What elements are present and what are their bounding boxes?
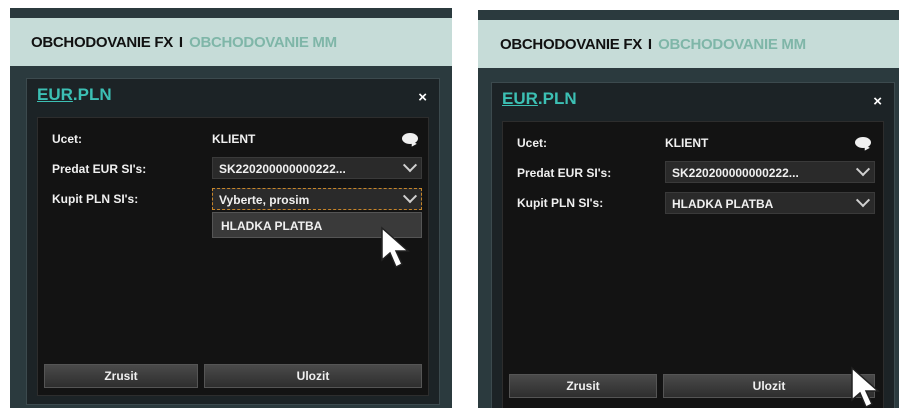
chevron-down-icon — [855, 162, 871, 177]
close-icon[interactable]: × — [418, 89, 427, 106]
buy-account-label: Kupit PLN SI's: — [52, 192, 139, 206]
buy-account-value: Vyberte, prosim — [219, 193, 310, 207]
sell-account-select[interactable]: SK220200000000222... — [665, 161, 875, 183]
cancel-button[interactable]: Zrusit — [509, 374, 657, 398]
currency-quote: .PLN — [537, 89, 577, 108]
sell-account-select[interactable]: SK220200000000222... — [212, 157, 422, 179]
dialog-body: Ucet: KLIENT Predat EUR SI's: SK22020000… — [37, 117, 429, 396]
tab-fx-trading[interactable]: OBCHODOVANIE FX — [31, 34, 173, 51]
mouse-cursor-icon — [851, 366, 880, 408]
tab-fx-trading[interactable]: OBCHODOVANIE FX — [500, 36, 642, 53]
cancel-button[interactable]: Zrusit — [44, 364, 198, 388]
buy-account-label: Kupit PLN SI's: — [517, 196, 604, 210]
currency-quote: .PLN — [72, 85, 112, 104]
chat-icon[interactable] — [855, 137, 871, 148]
chat-icon[interactable] — [402, 133, 418, 144]
tab-bar: OBCHODOVANIE FX I OBCHODOVANIE MM — [478, 20, 899, 68]
buy-account-value: HLADKA PLATBA — [672, 197, 774, 211]
mouse-cursor-icon — [381, 226, 410, 269]
right-trading-panel: OBCHODOVANIE FX I OBCHODOVANIE MM EUR.PL… — [478, 10, 899, 408]
close-icon[interactable]: × — [873, 93, 882, 110]
chevron-down-icon — [402, 189, 418, 204]
save-button[interactable]: Ulozit — [663, 374, 875, 398]
dialog-title: EUR.PLN — [502, 89, 577, 109]
tab-mm-trading[interactable]: OBCHODOVANIE MM — [658, 36, 806, 53]
save-button[interactable]: Ulozit — [204, 364, 422, 388]
tab-separator: I — [647, 35, 653, 53]
chevron-down-icon — [855, 193, 871, 208]
sell-account-label: Predat EUR SI's: — [52, 162, 147, 176]
tab-separator: I — [178, 33, 184, 51]
buy-account-select[interactable]: Vyberte, prosim — [212, 188, 422, 210]
account-label: Ucet: — [52, 132, 83, 146]
account-value: KLIENT — [665, 136, 709, 150]
account-value: KLIENT — [212, 132, 256, 146]
tab-mm-trading[interactable]: OBCHODOVANIE MM — [189, 34, 337, 51]
dialog-body: Ucet: KLIENT Predat EUR SI's: SK22020000… — [502, 121, 884, 408]
sell-account-value: SK220200000000222... — [219, 162, 346, 176]
dialog-title: EUR.PLN — [37, 85, 112, 105]
tab-bar: OBCHODOVANIE FX I OBCHODOVANIE MM — [10, 18, 452, 66]
sell-account-value: SK220200000000222... — [672, 166, 799, 180]
account-label: Ucet: — [517, 136, 548, 150]
chevron-down-icon — [402, 158, 418, 173]
eur-pln-dialog: EUR.PLN × Ucet: KLIENT Predat EUR SI's: … — [491, 82, 895, 408]
sell-account-label: Predat EUR SI's: — [517, 166, 612, 180]
left-trading-panel: OBCHODOVANIE FX I OBCHODOVANIE MM EUR.PL… — [10, 8, 452, 408]
currency-base-link[interactable]: EUR — [502, 89, 538, 108]
currency-base-link[interactable]: EUR — [37, 85, 73, 104]
buy-account-select[interactable]: HLADKA PLATBA — [665, 192, 875, 214]
